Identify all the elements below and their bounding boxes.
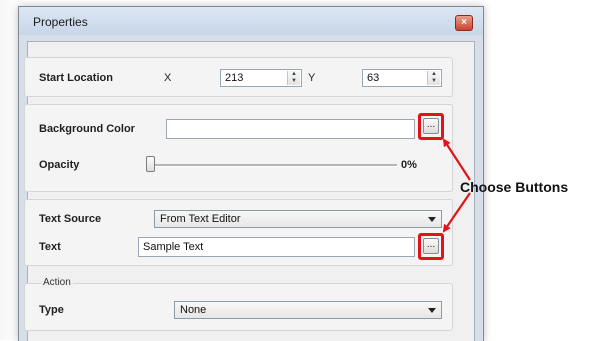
action-type-value: None bbox=[180, 304, 207, 316]
action-group-label: Action bbox=[41, 277, 73, 288]
text-group: Text Source From Text Editor Text Sample… bbox=[24, 199, 453, 266]
action-type-dropdown[interactable]: None bbox=[174, 301, 442, 319]
text-source-dropdown[interactable]: From Text Editor bbox=[154, 210, 442, 228]
x-label: X bbox=[164, 72, 172, 84]
background-color-choose-button[interactable]: ... bbox=[423, 118, 439, 134]
y-spinbox[interactable]: 63 ▲ ▼ bbox=[362, 69, 442, 87]
y-label: Y bbox=[308, 72, 316, 84]
background-edge bbox=[0, 0, 20, 340]
text-field[interactable]: Sample Text bbox=[138, 237, 415, 257]
window-title: Properties bbox=[33, 15, 88, 29]
chevron-down-icon bbox=[428, 217, 436, 222]
opacity-value: 0% bbox=[401, 159, 417, 171]
text-label: Text bbox=[39, 241, 61, 253]
title-bar[interactable]: Properties × bbox=[19, 7, 483, 35]
y-value: 63 bbox=[367, 72, 380, 84]
close-icon: × bbox=[461, 17, 467, 28]
x-spinbox[interactable]: 213 ▲ ▼ bbox=[220, 69, 302, 87]
background-color-label: Background Color bbox=[39, 123, 135, 135]
start-location-label: Start Location bbox=[39, 72, 113, 84]
opacity-slider-thumb[interactable] bbox=[146, 156, 155, 172]
opacity-label: Opacity bbox=[39, 159, 80, 171]
text-source-label: Text Source bbox=[39, 213, 102, 225]
text-source-value: From Text Editor bbox=[160, 213, 241, 225]
spin-arrows-icon[interactable]: ▲ ▼ bbox=[427, 71, 440, 85]
text-value: Sample Text bbox=[143, 241, 204, 253]
text-choose-button[interactable]: ... bbox=[423, 238, 439, 254]
spin-arrows-icon[interactable]: ▲ ▼ bbox=[287, 71, 300, 85]
choose-buttons-annotation: Choose Buttons bbox=[460, 179, 569, 195]
action-group: Action Type None bbox=[24, 277, 453, 331]
chevron-down-icon bbox=[428, 308, 436, 313]
close-button[interactable]: × bbox=[455, 15, 473, 31]
start-location-group: Start Location X 213 ▲ ▼ Y 63 ▲ ▼ bbox=[24, 57, 453, 97]
opacity-slider-track[interactable] bbox=[149, 164, 397, 167]
background-color-field[interactable] bbox=[166, 119, 415, 139]
background-group: Background Color Opacity 0% bbox=[24, 104, 453, 192]
x-value: 213 bbox=[225, 72, 244, 84]
type-label: Type bbox=[39, 304, 64, 316]
